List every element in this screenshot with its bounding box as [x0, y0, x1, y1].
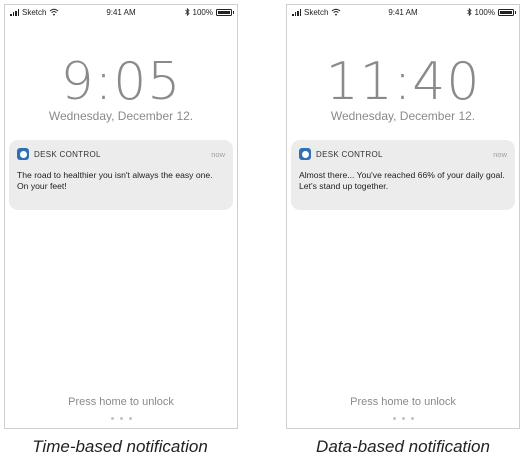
notification-app-name: DESK CONTROL	[316, 149, 383, 159]
press-home-to-unlock: Press home to unlock	[68, 396, 174, 408]
page-indicator-dots	[287, 417, 519, 420]
notification-message: The road to healthier you isn't always t…	[17, 170, 213, 191]
lock-screen-time-based: Sketch 9:41 AM 100% 9:05 Wednesday, Dece…	[4, 4, 238, 429]
notification-header: DESK CONTROL now	[299, 148, 507, 160]
page-dot	[119, 417, 123, 420]
status-right: 100%	[466, 7, 516, 17]
status-left: Sketch	[292, 8, 341, 17]
lock-date: Wednesday, December 12.	[330, 109, 476, 123]
bluetooth-icon	[184, 8, 190, 16]
notification-time: now	[211, 149, 225, 159]
lock-screen-data-based: Sketch 9:41 AM 100% 11:40 Wednesday, Dec…	[286, 4, 520, 429]
battery-icon	[216, 8, 234, 16]
caption-data-based: Data-based notification	[316, 437, 490, 456]
carrier-label: Sketch	[304, 7, 329, 17]
wifi-icon	[332, 8, 341, 16]
lock-clock: 11:40	[325, 52, 481, 112]
desk-control-app-icon	[299, 148, 311, 160]
wifi-icon	[50, 8, 59, 16]
carrier-label: Sketch	[22, 7, 47, 17]
page-dot	[392, 417, 396, 420]
signal-icon	[292, 9, 301, 16]
notification-time: now	[493, 149, 507, 159]
notification-card[interactable]: DESK CONTROL now The road to healthier y…	[9, 140, 233, 210]
caption-time-based: Time-based notification	[32, 437, 208, 456]
status-bar: Sketch 9:41 AM 100%	[5, 5, 237, 19]
page-dot	[128, 417, 132, 420]
notification-message: Almost there... You've reached 66% of yo…	[299, 170, 505, 191]
status-left: Sketch	[10, 8, 59, 17]
battery-percent: 100%	[474, 7, 495, 17]
lock-clock: 9:05	[60, 52, 182, 112]
lock-date: Wednesday, December 12.	[48, 109, 194, 123]
status-right: 100%	[184, 7, 234, 17]
page-dot	[110, 417, 114, 420]
press-home-to-unlock: Press home to unlock	[350, 396, 456, 408]
page-dot	[401, 417, 405, 420]
notification-card[interactable]: DESK CONTROL now Almost there... You've …	[291, 140, 515, 210]
battery-percent: 100%	[192, 7, 213, 17]
page-indicator-dots	[5, 417, 237, 420]
battery-icon	[498, 8, 516, 16]
bluetooth-icon	[466, 8, 472, 16]
comparison-stage: Sketch 9:41 AM 100% 9:05 Wednesday, Dece…	[0, 0, 530, 465]
signal-icon	[10, 9, 19, 16]
notification-header: DESK CONTROL now	[17, 148, 225, 160]
notification-app: DESK CONTROL	[17, 148, 101, 160]
notification-app: DESK CONTROL	[299, 148, 383, 160]
status-bar: Sketch 9:41 AM 100%	[287, 5, 519, 19]
notification-app-name: DESK CONTROL	[34, 149, 101, 159]
desk-control-app-icon	[17, 148, 29, 160]
page-dot	[410, 417, 414, 420]
